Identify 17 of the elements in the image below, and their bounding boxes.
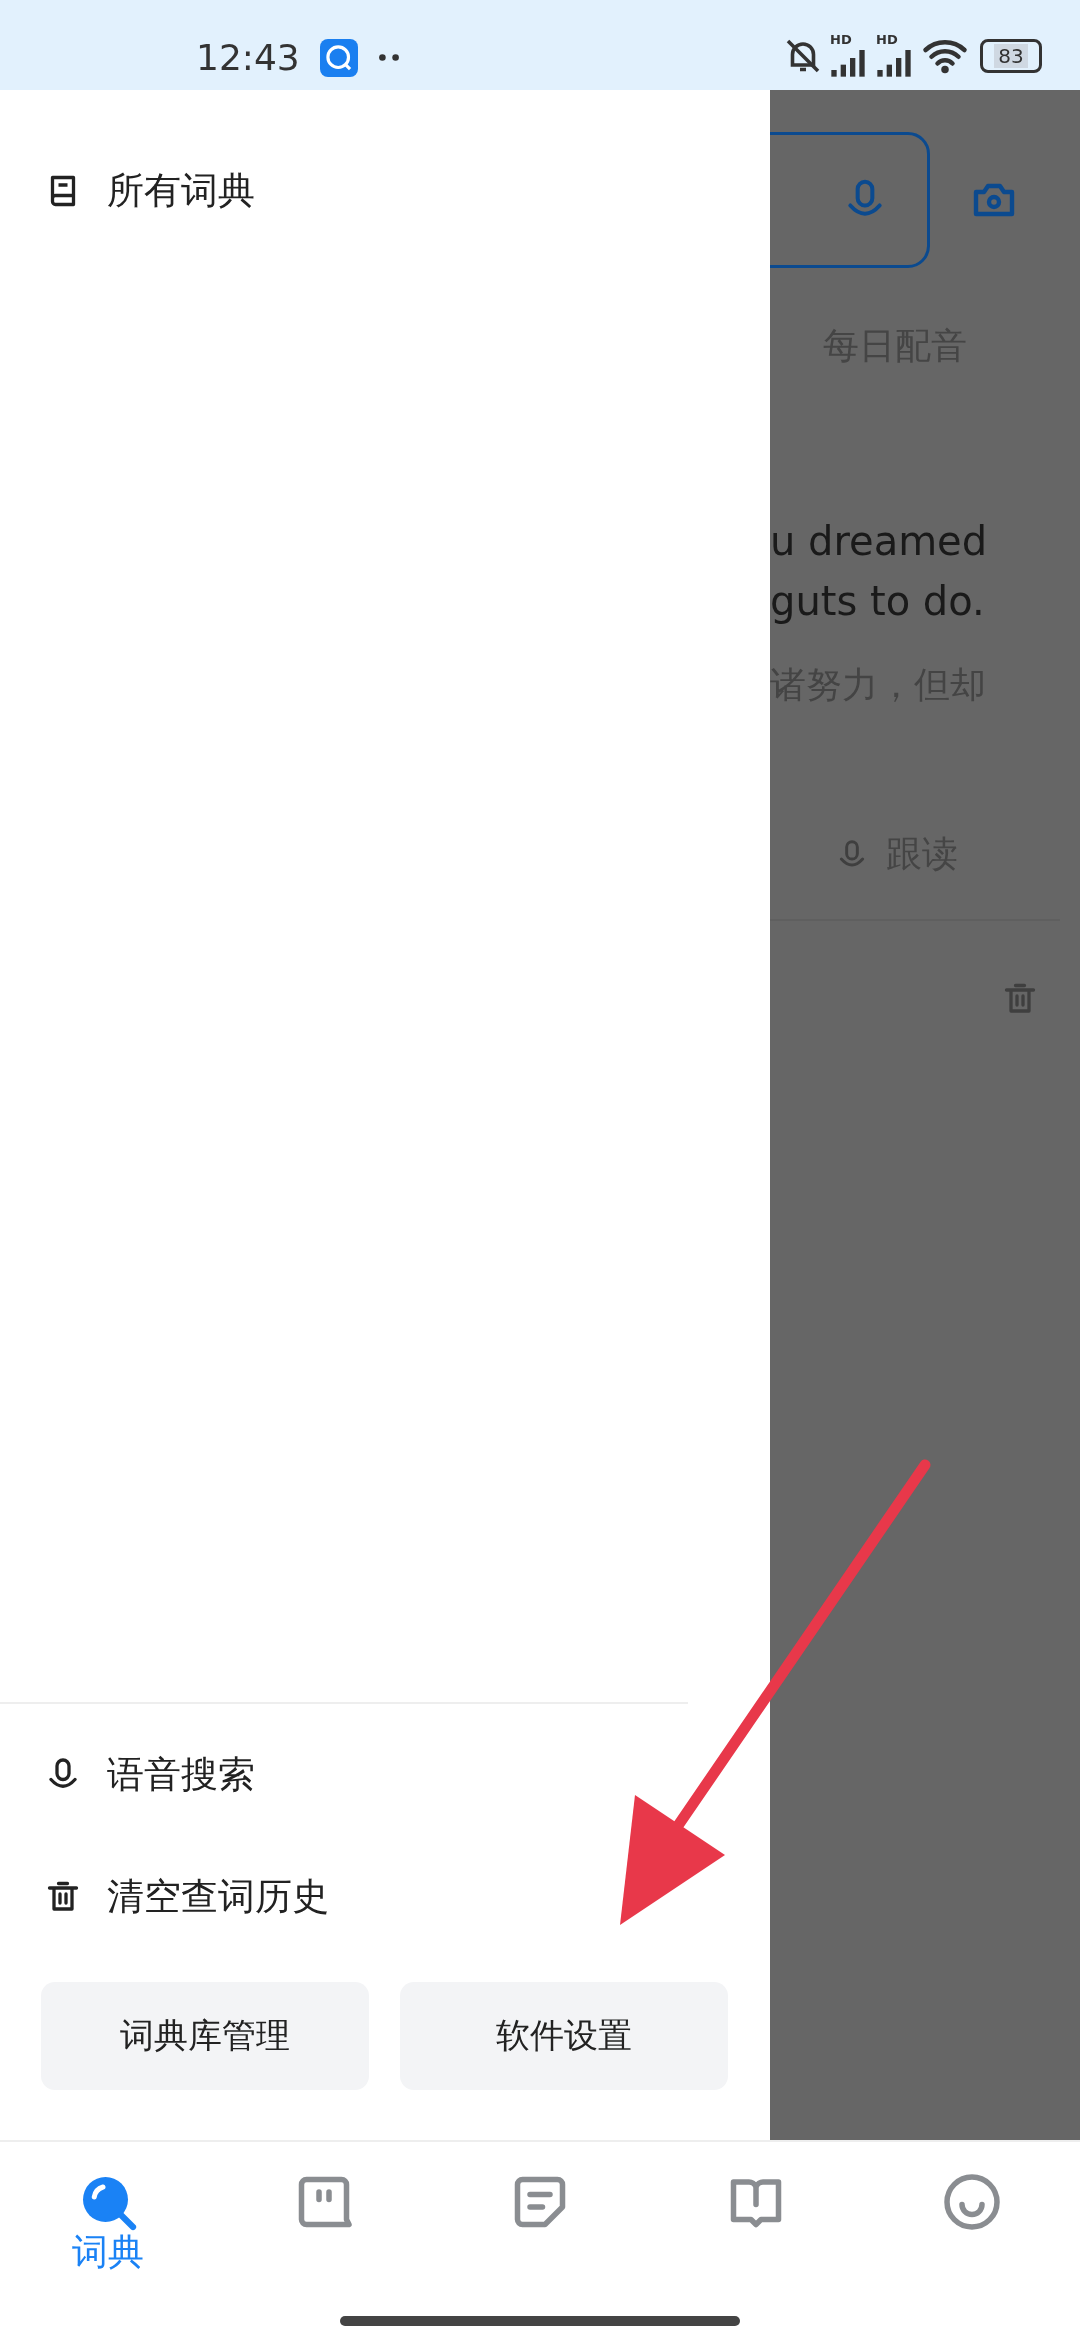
drawer-button[interactable]: 软件设置	[400, 1982, 728, 2090]
app-notification-icon	[319, 38, 358, 77]
wifi-icon	[922, 38, 968, 74]
quote-line: u dreamed	[770, 517, 989, 566]
network-type-label: HD	[830, 34, 852, 46]
network-type-label: HD	[876, 34, 898, 46]
nav-tab[interactable]: 词典	[48, 2172, 168, 2272]
search-field[interactable]	[770, 132, 930, 268]
clock: 12:43	[196, 37, 300, 78]
drawer-menu-item[interactable]: 清空查词历史	[0, 1848, 688, 1946]
smiley-icon	[942, 2172, 1002, 2232]
drawer-menu-item[interactable]: 语音搜索	[0, 1726, 688, 1824]
drawer-menu-item[interactable]: 所有词典	[0, 158, 770, 224]
battery-level: 83	[994, 44, 1028, 68]
quote-line: guts to do.	[770, 577, 986, 626]
more-notifications-icon	[377, 53, 400, 62]
drawer-button[interactable]: 词典库管理	[41, 1982, 369, 2090]
